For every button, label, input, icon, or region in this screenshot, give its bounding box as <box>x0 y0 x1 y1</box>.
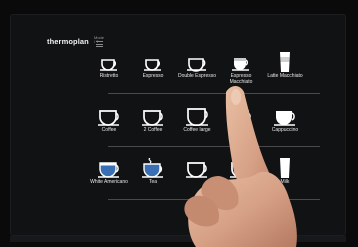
fingernail <box>231 89 241 105</box>
hand-overlay <box>184 86 297 247</box>
